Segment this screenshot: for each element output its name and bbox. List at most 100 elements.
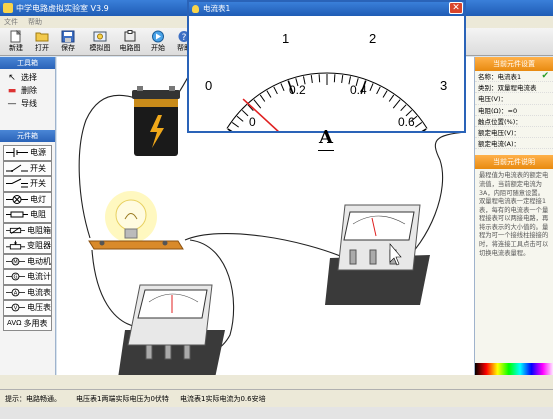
part-resistance-box[interactable]: 电阻箱 [3, 222, 52, 238]
meter-scale [226, 72, 428, 131]
part-multimeter[interactable]: AVΩ 多用表 [3, 315, 52, 331]
prop-rated-current[interactable]: 额定电流(A)： [475, 138, 553, 150]
part-power[interactable]: 电源 [3, 145, 52, 161]
scale-top-label-0: 0 [205, 78, 213, 93]
battery-symbol-icon [6, 148, 28, 158]
tool-delete-label: 删除 [21, 86, 37, 95]
bulb-icon [192, 5, 199, 13]
part-voltmeter-label: 电压表 [27, 303, 51, 313]
right-panel: 当前元件设置 名称：电流表1 ✔ 类别：双量程电流表 电压(V)： 电阻(Ω)：≈… [474, 57, 553, 375]
lamp-symbol-icon [6, 194, 28, 204]
meter-face: 0 1 2 3 0 0.2 0.4 0.6 A [189, 16, 464, 151]
status-hint: 提示：电路畅通。 [5, 395, 61, 403]
motor-symbol-icon: M [6, 257, 25, 265]
scale-tick [421, 128, 427, 131]
wire[interactable] [184, 233, 351, 261]
menu-help[interactable]: 帮助 [28, 17, 42, 27]
simulation-view-button[interactable]: 模拟图 [85, 29, 115, 55]
tool-select[interactable]: ↖ 选择 [3, 71, 52, 84]
part-voltmeter[interactable]: V 电压表 [3, 300, 52, 316]
open-button-label: 打开 [35, 44, 49, 52]
checkmark-icon[interactable]: ✔ [541, 71, 549, 81]
prop-voltage[interactable]: 电压(V)： [475, 93, 553, 105]
battery[interactable] [132, 86, 180, 156]
part-resistor-label: 电阻 [30, 210, 46, 220]
scale-tick [241, 109, 249, 117]
start-icon [152, 30, 164, 43]
scale-tick [392, 99, 401, 109]
scale-tick [253, 99, 262, 109]
svg-text:A: A [14, 290, 18, 296]
part-lamp[interactable]: 电灯 [3, 191, 52, 207]
ammeter-popup-window[interactable]: 电流表1 ✕ 0 1 2 3 0 0.2 0.4 0.6 A [187, 0, 466, 151]
start-button[interactable]: 开始 [145, 29, 171, 55]
prop-contact-position[interactable]: 触点位置(%)： [475, 116, 553, 127]
circuit-diagram-button[interactable]: 电路图 [115, 29, 145, 55]
simulation-view-label: 模拟图 [89, 44, 111, 52]
new-button[interactable]: 新建 [3, 29, 29, 55]
part-power-label: 电源 [30, 148, 46, 158]
scale-tick [341, 74, 344, 84]
status-bar: 提示：电路畅通。 电压表1两端实际电压为0伏特 电流表1实际电流为0.6安培 [0, 389, 553, 407]
switch-symbol-icon [6, 164, 28, 172]
galvanometer-symbol-icon: G [6, 272, 25, 281]
part-ammeter[interactable]: A 电流表 [3, 284, 52, 300]
menu-file[interactable]: 文件 [4, 17, 18, 27]
scale-tick [400, 104, 407, 112]
close-icon[interactable]: ✕ [449, 2, 463, 14]
simulation-icon [93, 31, 107, 42]
tool-delete[interactable]: ▬ 删除 [3, 84, 52, 97]
status-voltmeter: 电压表1两端实际电压为0伏特 [76, 395, 169, 403]
prop-rated-voltage[interactable]: 额定电压(V)： [475, 127, 553, 139]
resistor-symbol-icon [6, 211, 28, 218]
scale-bottom-label-3: 0.6 [398, 115, 415, 129]
voltmeter-symbol-icon: V [6, 303, 25, 312]
rheostat-symbol-icon [6, 241, 25, 250]
save-button-label: 保存 [61, 44, 75, 52]
scale-tick [266, 90, 272, 98]
part-galvanometer[interactable]: G 电流计 [3, 269, 52, 285]
part-multimeter-label: 多用表 [23, 318, 48, 328]
part-resistance-box-label: 电阻箱 [27, 225, 51, 235]
scale-tick [227, 128, 233, 131]
save-button[interactable]: 保存 [55, 29, 81, 55]
toolbox-header: 工具箱 [0, 57, 55, 69]
canvas-bottom-gap [0, 375, 553, 389]
part-switch-2[interactable]: 开关 [3, 176, 52, 192]
properties-header: 当前元件设置 [475, 57, 553, 71]
scale-bottom-label-1: 0.2 [289, 83, 306, 97]
open-button[interactable]: 打开 [29, 29, 55, 55]
part-motor[interactable]: M 电动机 [3, 253, 52, 269]
prop-name-text: 名称：电流表1 [478, 73, 522, 81]
color-palette[interactable] [475, 363, 553, 375]
popup-titlebar[interactable]: 电流表1 ✕ [189, 2, 464, 16]
scale-tick [415, 122, 423, 128]
scale-tick [382, 90, 388, 98]
description-header: 当前元件说明 [475, 155, 553, 170]
part-rheostat-label: 变阻器 [27, 241, 51, 251]
part-rheostat[interactable]: 变阻器 [3, 238, 52, 254]
circuit-diagram-icon [124, 30, 136, 42]
switch-symbol-icon [6, 178, 28, 188]
scale-bottom-label-0: 0 [249, 115, 256, 129]
cursor-icon: ↖ [8, 72, 16, 83]
part-lamp-label: 电灯 [30, 194, 46, 204]
tool-select-label: 选择 [21, 73, 37, 82]
tool-wire[interactable]: — 导线 [3, 97, 52, 110]
circuit-diagram-label: 电路图 [119, 44, 141, 52]
new-button-label: 新建 [9, 44, 23, 52]
part-switch-1[interactable]: 开关 [3, 160, 52, 176]
svg-text:G: G [13, 275, 17, 281]
save-icon [61, 30, 75, 43]
voltmeter[interactable] [118, 284, 225, 375]
svg-text:M: M [13, 259, 17, 265]
new-icon [10, 30, 22, 43]
part-resistor[interactable]: 电阻 [3, 207, 52, 223]
scale-top-label-2: 2 [369, 31, 377, 46]
ammeter[interactable] [325, 204, 430, 305]
unit-underline [318, 150, 334, 151]
prop-resistance[interactable]: 电阻(Ω)：≈0 [475, 105, 553, 116]
resistance-box-symbol-icon [6, 226, 25, 234]
bottom-strip [0, 407, 553, 419]
lamp[interactable] [88, 191, 184, 250]
